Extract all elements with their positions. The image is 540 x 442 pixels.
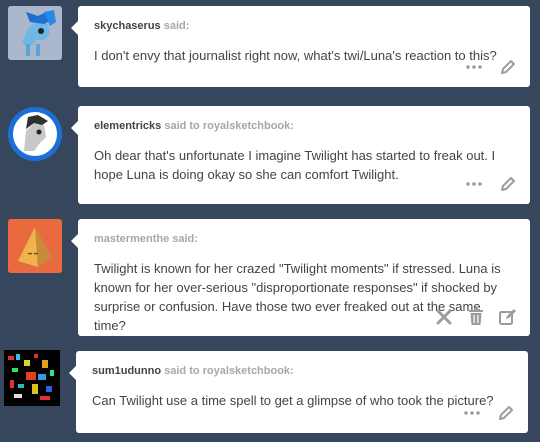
edit-icon[interactable] <box>498 307 518 327</box>
pyramid-icon <box>8 219 62 273</box>
delete-icon[interactable] <box>434 307 454 327</box>
avatar[interactable] <box>8 219 62 273</box>
more-icon[interactable] <box>462 403 482 423</box>
post-header: mastermenthe said: <box>94 232 513 246</box>
post-controls <box>464 57 518 77</box>
post-controls <box>434 307 518 327</box>
post-header: skychaserus said: <box>94 19 513 33</box>
avatar[interactable] <box>8 6 62 60</box>
question-text: Can Twilight use a time spell to get a g… <box>92 393 494 408</box>
avatar[interactable] <box>8 107 62 161</box>
blue-pony-icon <box>8 6 62 60</box>
post-controls <box>462 403 516 423</box>
asker-name[interactable]: elementricks <box>94 120 161 132</box>
edit-icon[interactable] <box>496 403 516 423</box>
edit-icon[interactable] <box>498 57 518 77</box>
pixel-art-icon <box>4 350 60 406</box>
said-label: said to royalsketchbook: <box>164 120 294 132</box>
post-header: elementricks said to royalsketchbook: <box>94 119 513 133</box>
said-label: said: <box>163 20 190 32</box>
question-text: I don't envy that journalist right now, … <box>94 48 497 63</box>
post-controls <box>464 174 518 194</box>
said-label: said: <box>172 233 198 245</box>
avatar[interactable] <box>4 350 60 406</box>
said-label: said to royalsketchbook: <box>164 365 294 377</box>
asker-name[interactable]: skychaserus <box>94 20 161 32</box>
asker-name[interactable]: sum1udunno <box>92 365 161 377</box>
ask-card: elementricks said to royalsketchbook: Oh… <box>71 106 530 204</box>
ask-card: mastermenthe said: Twilight is known for… <box>71 219 530 336</box>
grey-pony-icon <box>8 107 62 161</box>
edit-icon[interactable] <box>498 174 518 194</box>
more-icon[interactable] <box>464 174 484 194</box>
more-icon[interactable] <box>464 57 484 77</box>
post-header: sum1udunno said to royalsketchbook: <box>92 364 511 378</box>
ask-card: sum1udunno said to royalsketchbook: Can … <box>69 351 528 433</box>
asker-name[interactable]: mastermenthe <box>94 233 169 245</box>
trash-icon[interactable] <box>466 307 486 327</box>
question-text: Oh dear that's unfortunate I imagine Twi… <box>94 148 496 182</box>
ask-card: skychaserus said: I don't envy that jour… <box>71 6 530 87</box>
